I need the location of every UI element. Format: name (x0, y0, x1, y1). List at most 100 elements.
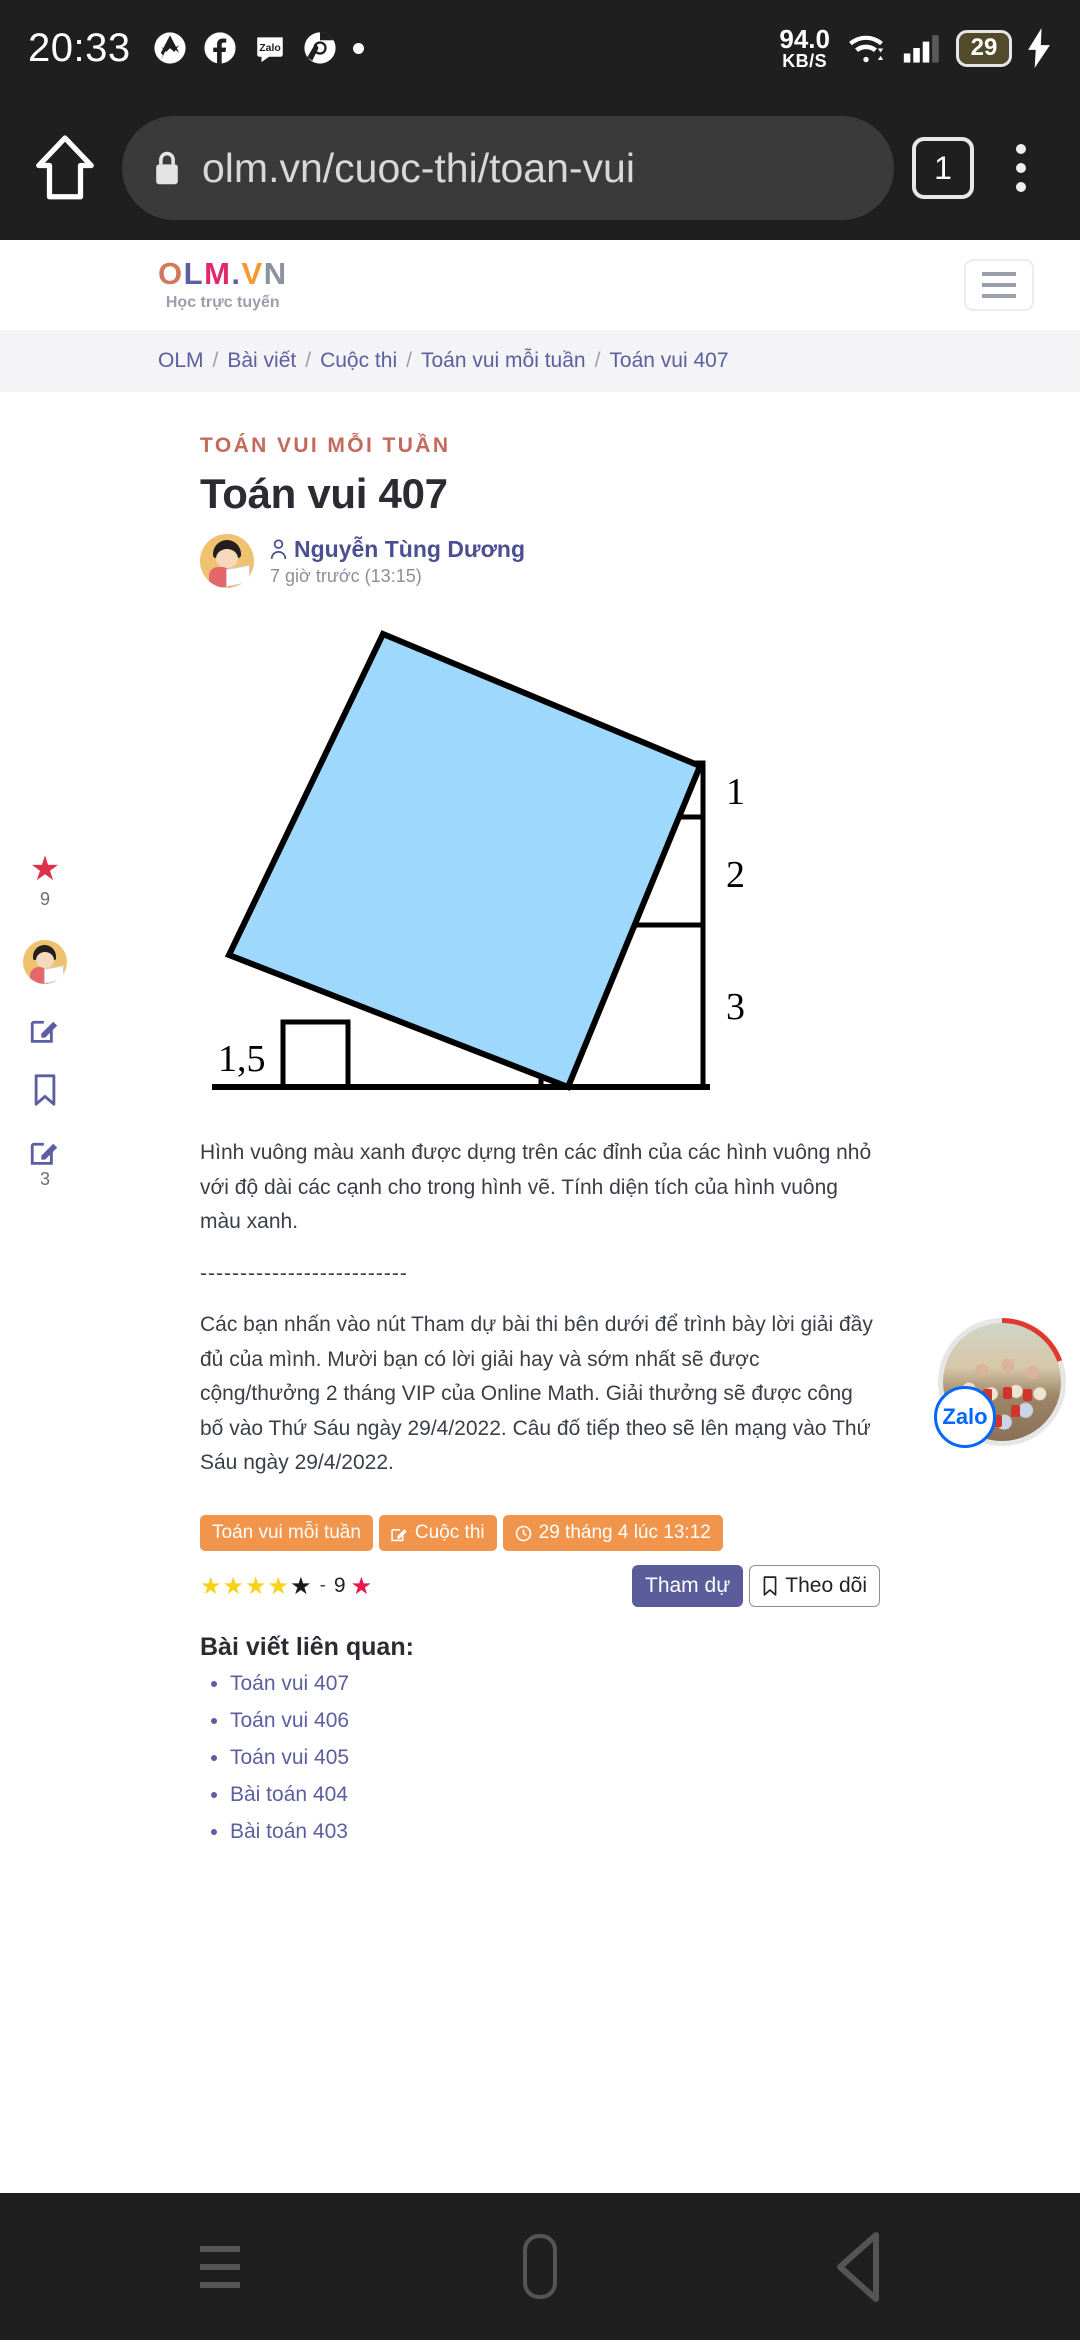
breadcrumb-strip: OLM / Bài viết / Cuộc thi / Toán vui mỗi… (0, 330, 1080, 392)
rail-avatar-item[interactable] (23, 940, 67, 984)
rating-separator: - (319, 1575, 326, 1597)
figure-label-3: 3 (726, 986, 745, 1028)
article-paragraph-2: Các bạn nhấn vào nút Tham dự bài thi bên… (200, 1312, 873, 1475)
edit-square-icon (30, 1020, 58, 1043)
site-header: OLM.VN Học trực tuyến (0, 240, 1080, 330)
avatar-book (226, 564, 250, 588)
android-navigation-bar (0, 2193, 1080, 2340)
lock-icon (156, 151, 178, 185)
breadcrumb: OLM / Bài viết / Cuộc thi / Toán vui mỗi… (0, 349, 729, 373)
geometry-figure: 1 2 3 1,5 (200, 614, 816, 1114)
author-name[interactable]: Nguyễn Tùng Dương (294, 536, 525, 563)
follow-button-label: Theo dõi (785, 1574, 867, 1598)
chrome-icon (304, 32, 336, 64)
home-button[interactable] (26, 129, 104, 207)
rail-comment-item[interactable]: 3 (30, 1136, 60, 1190)
join-button[interactable]: Tham dự (632, 1565, 744, 1608)
breadcrumb-item-current[interactable]: Toán vui 407 (609, 349, 728, 373)
wifi-icon (849, 35, 884, 63)
browser-menu-button[interactable] (988, 144, 1054, 192)
breadcrumb-item-olm[interactable]: OLM (158, 349, 204, 373)
web-page-viewport: OLM.VN Học trực tuyến OLM / Bài viết / C… (0, 240, 1080, 2193)
related-articles-list: Toán vui 407 Toán vui 406 Toán vui 405 B… (200, 1672, 880, 1844)
breadcrumb-separator: / (594, 349, 601, 372)
star-filled-3: ★ (245, 1572, 267, 1600)
network-speed-value: 94.0 (779, 24, 830, 54)
list-item[interactable]: Toán vui 405 (230, 1746, 880, 1770)
dot-icon (352, 42, 364, 54)
avatar-face (216, 549, 238, 568)
rail-edit-item[interactable] (30, 1014, 60, 1044)
network-speed-indicator: 94.0 KB/S (779, 26, 830, 70)
kebab-dot-2 (1016, 163, 1026, 173)
related-link: Toán vui 406 (230, 1709, 350, 1733)
zalo-floating-widget[interactable]: Zalo (934, 1318, 1066, 1448)
recents-line-3 (200, 2281, 240, 2288)
tag-row: Toán vui mỗi tuần Cuộc thi 29 tháng 4 lú… (200, 1515, 880, 1552)
avatar-book (44, 965, 64, 984)
list-item[interactable]: Toán vui 407 (230, 1672, 880, 1696)
clock-icon (515, 1525, 531, 1541)
olm-logo[interactable]: OLM.VN Học trực tuyến (158, 258, 288, 312)
follow-button[interactable]: Theo dõi (749, 1565, 880, 1608)
bookmark-icon (34, 1074, 56, 1106)
tag-date-label: 29 tháng 4 lúc 13:12 (538, 1522, 711, 1544)
rail-star-item[interactable]: ★ 9 (30, 852, 60, 910)
article-paragraph-1: Hình vuông màu xanh được dựng trên các đ… (200, 1141, 872, 1234)
list-item[interactable]: Bài toán 403 (230, 1820, 880, 1844)
figure-label-1-5: 1,5 (218, 1038, 266, 1080)
author-line: Nguyễn Tùng Dương (270, 536, 525, 563)
status-right-cluster: 94.0 KB/S 29 (779, 26, 1052, 70)
home-pill-icon (523, 2234, 557, 2299)
tag-contest[interactable]: Cuộc thi (378, 1515, 497, 1552)
tag-category[interactable]: Toán vui mỗi tuần (200, 1515, 373, 1552)
android-status-bar: 20:33 Zalo 94.0 KB/S 29 (0, 0, 1080, 96)
recents-line-1 (200, 2245, 240, 2252)
left-action-rail: ★ 9 3 (10, 852, 80, 1190)
related-link: Toán vui 407 (230, 1672, 350, 1696)
facebook-icon (204, 32, 236, 64)
edit-square-icon (391, 1528, 407, 1541)
user-avatar-icon (23, 940, 67, 984)
logo-wordmark: OLM.VN (158, 256, 288, 291)
star-empty-5: ★ (290, 1572, 312, 1600)
breadcrumb-item-cuocthi[interactable]: Cuộc thi (320, 349, 397, 373)
logo-subtitle: Học trực tuyến (165, 294, 280, 311)
page-title: Toán vui 407 (200, 470, 448, 517)
tag-contest-label: Cuộc thi (414, 1522, 485, 1544)
tie-6 (1023, 1389, 1032, 1401)
kebab-dot-3 (1016, 182, 1026, 192)
home-icon (36, 135, 94, 200)
battery-indicator: 29 (956, 29, 1012, 67)
content-area: TOÁN VUI MỖI TUẦN Toán vui 407 Nguyễn Tù… (0, 392, 1080, 1845)
home-button[interactable] (495, 2222, 585, 2312)
article-kicker: TOÁN VUI MỖI TUẦN (200, 434, 451, 457)
recents-button[interactable] (175, 2222, 265, 2312)
zalo-badge[interactable]: Zalo (934, 1386, 996, 1448)
edit-square-icon (30, 1142, 58, 1165)
breadcrumb-item-baiviet[interactable]: Bài viết (227, 349, 296, 373)
article-byline: Nguyễn Tùng Dương 7 giờ trước (13:15) (200, 534, 880, 588)
hamburger-menu-icon[interactable] (964, 259, 1034, 311)
rail-bookmark-item[interactable] (32, 1074, 58, 1106)
action-buttons: Tham dự Theo dõi (632, 1565, 880, 1608)
list-item[interactable]: Toán vui 406 (230, 1709, 880, 1733)
messenger-icon (154, 32, 186, 64)
tie-5 (1003, 1387, 1012, 1399)
related-link: Bài toán 404 (230, 1783, 348, 1807)
address-bar[interactable]: olm.vn/cuoc-thi/toan-vui (122, 116, 894, 220)
tag-date[interactable]: 29 tháng 4 lúc 13:12 (502, 1515, 723, 1552)
list-item[interactable]: Bài toán 404 (230, 1783, 880, 1807)
status-notification-icons: Zalo (153, 31, 364, 65)
byline-text-block: Nguyễn Tùng Dương 7 giờ trước (13:15) (270, 536, 525, 587)
back-button[interactable] (815, 2222, 905, 2312)
kebab-dot-1 (1016, 144, 1026, 154)
charging-bolt-icon (1028, 28, 1050, 68)
star-rating[interactable]: ★ ★ ★ ★ ★ (200, 1572, 312, 1601)
avatar-face (36, 952, 54, 968)
related-link: Bài toán 403 (230, 1820, 348, 1844)
tab-count-button[interactable]: 1 (912, 137, 974, 199)
breadcrumb-item-toanvuimoituan[interactable]: Toán vui mỗi tuần (421, 349, 586, 373)
article-divider: -------------------------- (200, 1261, 408, 1285)
browser-toolbar: olm.vn/cuoc-thi/toan-vui 1 (0, 96, 1080, 240)
